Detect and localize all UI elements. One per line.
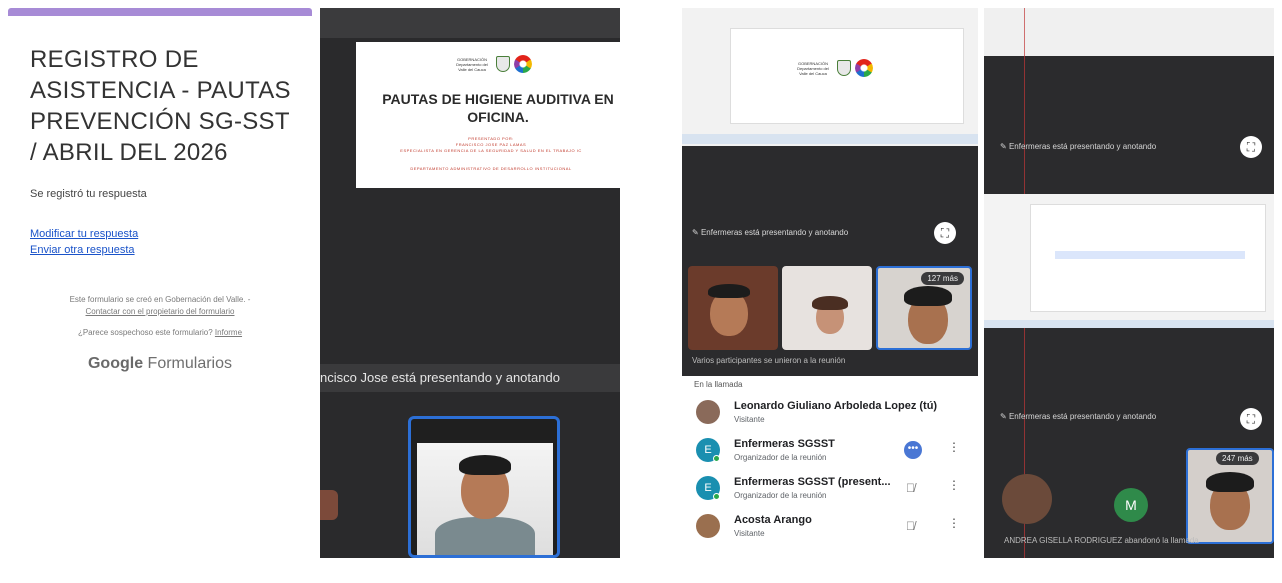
forms-confirmation-panel: REGISTRO DE ASISTENCIA - PAUTAS PREVENCI…	[8, 8, 312, 558]
presenter-name: FRANCISCO JOSE PAZ LAMAS	[455, 142, 527, 147]
meet-right-panel: ✎ Enfermeras está presentando y anotando…	[984, 8, 1274, 558]
report-link[interactable]: Informe	[215, 328, 242, 337]
google-forms-logo: Google Formularios	[8, 355, 312, 373]
avatar	[696, 400, 720, 424]
response-recorded-text: Se registró tu respuesta	[30, 188, 147, 200]
participant-thumbnails: M 247 más	[984, 444, 1274, 548]
more-participants-badge[interactable]: 247 más	[1216, 452, 1259, 465]
report-line: ¿Parece sospechoso este formulario? Info…	[8, 328, 312, 337]
expand-icon[interactable]: ⛶	[1240, 408, 1262, 430]
shared-screen: GOBERNACIÓN Departamento del Valle del C…	[682, 8, 978, 146]
participant-row[interactable]: Leonardo Giuliano Arboleda Lopez (tú) Vi…	[692, 396, 976, 430]
sunburst-logo-icon	[855, 59, 873, 77]
meet-presentation-panel: GOBERNACIÓN Departamento del Valle del C…	[320, 8, 620, 558]
participant-row[interactable]: Acosta Arango Visitante 🎙̸ ⋮	[692, 510, 976, 544]
more-options-icon[interactable]: ⋮	[948, 516, 960, 530]
participant-row[interactable]: E Enfermeras SGSST (present... Organizad…	[692, 472, 976, 506]
windows-taskbar	[682, 134, 978, 144]
meet-participants-panel: GOBERNACIÓN Departamento del Valle del C…	[682, 8, 978, 376]
participant-role: Visitante	[734, 529, 765, 538]
shared-screen-top	[984, 8, 1274, 56]
windows-taskbar	[984, 320, 1274, 328]
meet-top-bar	[320, 8, 620, 38]
sunburst-logo-icon	[514, 55, 532, 73]
presenting-label: ✎ Enfermeras está presentando y anotando	[692, 228, 849, 237]
presenting-label: ✎ Enfermeras está presentando y anotando	[1000, 412, 1157, 421]
participant-video	[417, 443, 553, 555]
online-indicator	[713, 455, 720, 462]
form-created-text: Este formulario se creó en Gobernación d…	[69, 295, 251, 304]
presenting-label: ✎ Enfermeras está presentando y anotando	[1000, 142, 1157, 151]
edit-response-link[interactable]: Modificar tu respuesta	[30, 228, 312, 240]
participant-row[interactable]: E Enfermeras SGSST Organizador de la reu…	[692, 434, 976, 468]
expand-icon[interactable]: ⛶	[1240, 136, 1262, 158]
more-options-icon[interactable]: ⋮	[948, 440, 960, 454]
in-call-header: En la llamada	[694, 380, 743, 389]
participant-name: Leonardo Giuliano Arboleda Lopez (tú)	[734, 400, 938, 412]
department-text: DEPARTAMENTO ADMINISTRATIVO DE DESARROLL…	[410, 166, 572, 171]
brand-forms: Formularios	[147, 355, 233, 372]
speaking-icon: •••	[904, 441, 922, 459]
highlighted-row	[1055, 251, 1245, 259]
participant-video-tile[interactable]	[408, 416, 560, 558]
presenter-specialty: ESPECIALISTA EN GERENCIA DE LA SEGURIDAD…	[400, 148, 582, 153]
participant-name: Enfermeras SGSST	[734, 438, 835, 450]
more-participants-badge[interactable]: 127 más	[921, 272, 964, 285]
slide-title: PAUTAS DE HIGIENE AUDITIVA EN OFICINA.	[370, 90, 620, 126]
participant-name: Acosta Arango	[734, 514, 812, 526]
submit-another-response-link[interactable]: Enviar otra respuesta	[30, 244, 312, 256]
mic-off-icon[interactable]: 🎙̸	[906, 519, 915, 533]
gobernacion-text: GOBERNACIÓN Departamento del Valle del C…	[456, 56, 488, 72]
suspicious-text: ¿Parece sospechoso este formulario?	[77, 328, 213, 337]
valle-shield-icon	[837, 60, 851, 76]
participants-list: En la llamada Leonardo Giuliano Arboleda…	[688, 380, 976, 560]
presenting-text: Enfermeras está presentando y anotando	[700, 228, 849, 237]
participant-avatar-m[interactable]: M	[1114, 488, 1148, 522]
participant-name: Enfermeras SGSST (present...	[734, 476, 891, 488]
presentation-slide: GOBERNACIÓN Departamento del Valle del C…	[356, 42, 620, 188]
participants-joined-text: Varios participantes se unieron a la reu…	[692, 356, 846, 365]
slide-logos: GOBERNACIÓN Departamento del Valle del C…	[452, 52, 562, 76]
presenting-text: Enfermeras está presentando y anotando	[1008, 412, 1157, 421]
shared-screen-middle	[984, 194, 1274, 326]
valle-shield-icon	[496, 56, 510, 72]
presenting-label: ncisco Jose está presentando y anotando	[320, 364, 620, 392]
form-accent-bar	[8, 8, 312, 16]
participant-role: Organizador de la reunión	[734, 453, 827, 462]
participant-tile-3[interactable]: 127 más	[876, 266, 972, 350]
shared-document	[1030, 204, 1266, 312]
participant-role: Organizador de la reunión	[734, 491, 827, 500]
brand-google: Google	[87, 355, 144, 372]
expand-icon[interactable]: ⛶	[934, 222, 956, 244]
form-title: REGISTRO DE ASISTENCIA - PAUTAS PREVENCI…	[30, 46, 291, 166]
form-footer: Este formulario se creó en Gobernación d…	[16, 294, 304, 318]
participant-tile-2[interactable]	[782, 266, 872, 350]
online-indicator	[713, 493, 720, 500]
participant-thumbnails: 127 más	[688, 266, 972, 350]
shared-document: GOBERNACIÓN Departamento del Valle del C…	[730, 28, 964, 124]
participant-thumbnail[interactable]	[320, 490, 338, 520]
left-call-text: ANDREA GISELLA RODRIGUEZ abandonó la lla…	[1004, 536, 1199, 545]
participant-tile-1[interactable]	[1002, 474, 1052, 524]
participant-tile-1[interactable]	[688, 266, 778, 350]
slide-title-line-1: PAUTAS DE HIGIENE AUDITIVA EN	[382, 91, 614, 107]
presented-by-text: PRESENTADO POR:	[468, 136, 514, 141]
presenting-text: Enfermeras está presentando y anotando	[1008, 142, 1157, 151]
mic-off-icon[interactable]: 🎙̸	[906, 481, 915, 495]
participant-role: Visitante	[734, 415, 765, 424]
slide-title-line-2: OFICINA.	[467, 109, 529, 125]
contact-owner-link[interactable]: Contactar con el propietario del formula…	[16, 306, 304, 318]
doc-logos: GOBERNACIÓN Departamento del Valle del C…	[793, 59, 873, 77]
more-options-icon[interactable]: ⋮	[948, 478, 960, 492]
avatar	[696, 514, 720, 538]
doc-gov-text: GOBERNACIÓN Departamento del Valle del C…	[797, 60, 829, 76]
